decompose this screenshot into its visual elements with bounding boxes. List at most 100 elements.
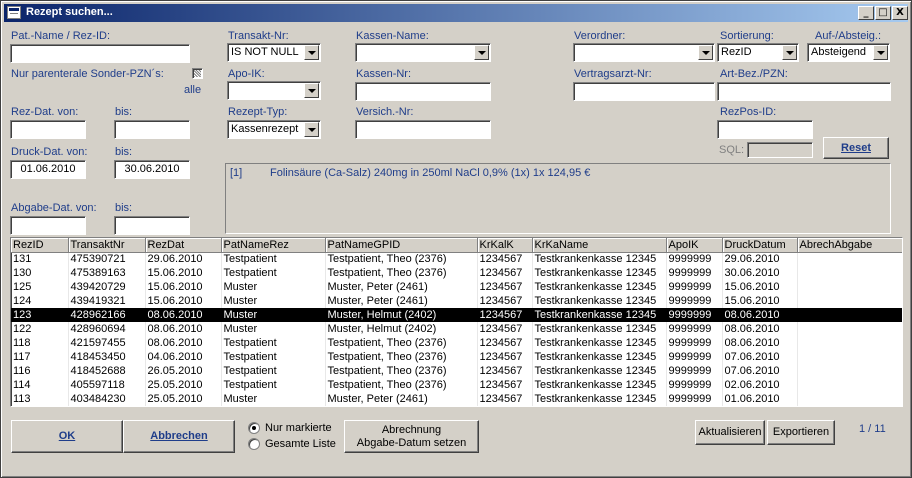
abgabe-dat-von-label: Abgabe-Dat. von: [11, 202, 97, 214]
detail-text: Folinsäure (Ca-Salz) 240mg in 250ml NaCl… [270, 167, 591, 179]
column-header[interactable]: PatNameRez [221, 238, 326, 253]
table-cell: 9999999 [666, 392, 723, 406]
table-cell: 475390721 [68, 252, 146, 266]
table-row[interactable]: 131 475390721 29.06.2010 Testpatient Testpat… [11, 252, 902, 266]
table-cell: 1234567 [477, 392, 533, 406]
table-cell [797, 336, 902, 350]
table-row[interactable]: 118 421597455 08.06.2010 Testpatient Testpat… [11, 336, 902, 350]
table-cell: 124 [11, 294, 69, 308]
table-cell: 114 [11, 378, 69, 392]
column-header[interactable]: RezDat [145, 238, 222, 253]
table-row[interactable]: 124 439419321 15.06.2010 Muster Muster, Pete… [11, 294, 902, 308]
table-cell: Testpatient, Theo (2376) [325, 364, 478, 378]
table-cell [797, 350, 902, 364]
reset-button[interactable]: Reset [823, 137, 889, 159]
maximize-button[interactable]: □ [875, 6, 891, 20]
abrechnung-button[interactable]: Abrechnung Abgabe-Datum setzen [344, 420, 479, 453]
table-cell: 9999999 [666, 294, 723, 308]
column-header[interactable]: DruckDatum [722, 238, 798, 253]
table-cell [797, 308, 902, 322]
rezept-typ-combo[interactable]: Kassenrezept [227, 120, 321, 139]
table-cell: Testpatient [221, 378, 326, 392]
column-header[interactable]: PatNameGPID [325, 238, 478, 253]
exportieren-button[interactable]: Exportieren [767, 420, 835, 445]
table-cell: Muster, Peter (2461) [325, 294, 478, 308]
table-row[interactable]: 123 428962166 08.06.2010 Muster Muster, Helm… [11, 308, 902, 322]
chevron-down-icon[interactable] [782, 45, 797, 60]
table-cell: 118 [11, 336, 69, 350]
table-cell: 475389163 [68, 266, 146, 280]
radio-gesamte-liste-label: Gesamte Liste [265, 438, 336, 450]
vertragsarzt-input[interactable] [573, 82, 715, 101]
table-row[interactable]: 114 405597118 25.05.2010 Testpatient Testpat… [11, 378, 902, 392]
aktualisieren-button[interactable]: Aktualisieren [695, 420, 765, 445]
table-row[interactable]: 122 428960694 08.06.2010 Muster Muster, Helm… [11, 322, 902, 336]
table-cell: Testpatient [221, 350, 326, 364]
druck-dat-bis-input[interactable]: 30.06.2010 [114, 160, 190, 179]
table-cell: 9999999 [666, 308, 723, 322]
chevron-down-icon[interactable] [474, 45, 489, 60]
detail-panel: [1] Folinsäure (Ca-Salz) 240mg in 250ml … [225, 163, 891, 234]
kassen-nr-input[interactable] [355, 82, 491, 101]
ok-button[interactable]: OK [11, 420, 123, 453]
table-row[interactable]: 113 403484230 25.05.2010 Muster Muster, Pete… [11, 392, 902, 406]
chevron-down-icon[interactable] [698, 45, 713, 60]
table-cell: 439420729 [68, 280, 146, 294]
transakt-combo[interactable]: IS NOT NULL [227, 43, 321, 62]
table-row[interactable]: 117 418453450 04.06.2010 Testpatient Testpat… [11, 350, 902, 364]
chevron-down-icon[interactable] [304, 122, 319, 137]
table-row[interactable]: 125 439420729 15.06.2010 Muster Muster, Pete… [11, 280, 902, 294]
rezpos-input[interactable] [717, 120, 813, 139]
table-cell: Testpatient [221, 364, 326, 378]
column-header[interactable]: KrKaName [532, 238, 667, 253]
rez-dat-von-input[interactable] [10, 120, 86, 139]
table-cell: 1234567 [477, 308, 533, 322]
table-cell: 29.06.2010 [722, 252, 798, 266]
table-cell: 15.06.2010 [145, 266, 222, 280]
druck-dat-von-input[interactable]: 01.06.2010 [10, 160, 86, 179]
table-cell: Muster [221, 392, 326, 406]
column-header[interactable]: KrKalK [477, 238, 533, 253]
aufab-combo[interactable]: Absteigend [807, 43, 890, 62]
chevron-down-icon[interactable] [873, 45, 888, 60]
chevron-down-icon[interactable] [304, 83, 319, 98]
column-header[interactable]: AbrechAbgabe [797, 238, 902, 253]
verordner-combo[interactable] [573, 43, 715, 62]
table-cell: Testpatient [221, 266, 326, 280]
column-header[interactable]: RezID [11, 238, 69, 253]
kassen-name-combo[interactable] [355, 43, 491, 62]
table-cell: 405597118 [68, 378, 146, 392]
table-cell: Testkrankenkasse 12345 [532, 252, 667, 266]
minimize-button[interactable]: _ [858, 6, 874, 20]
table-cell: 1234567 [477, 322, 533, 336]
abbrechen-button[interactable]: Abbrechen [123, 420, 235, 453]
close-button[interactable]: X [892, 6, 908, 20]
column-header[interactable]: TransaktNr [68, 238, 146, 253]
table-cell: 25.05.2010 [145, 392, 222, 406]
sql-input [747, 142, 813, 158]
table-cell: Testpatient, Theo (2376) [325, 266, 478, 280]
table-cell: 1234567 [477, 364, 533, 378]
table-cell: 428962166 [68, 308, 146, 322]
sortierung-combo[interactable]: RezID [717, 43, 799, 62]
abgabe-dat-von-input[interactable] [10, 216, 86, 235]
chevron-down-icon[interactable] [304, 45, 319, 60]
results-list[interactable]: RezID TransaktNr RezDat PatNameRez PatNameGP… [10, 237, 903, 407]
table-cell: 117 [11, 350, 69, 364]
sonder-pzn-checkbox[interactable] [192, 68, 203, 79]
radio-nur-markierte[interactable] [248, 422, 260, 434]
abgabe-dat-bis-input[interactable] [114, 216, 190, 235]
pat-name-input[interactable] [10, 44, 190, 63]
rez-dat-von-label: Rez-Dat. von: [11, 106, 79, 118]
artbez-input[interactable] [717, 82, 891, 101]
sonder-alle-label: alle [184, 84, 202, 96]
table-cell: 1234567 [477, 280, 533, 294]
versich-nr-input[interactable] [355, 120, 491, 139]
rez-dat-bis-input[interactable] [114, 120, 190, 139]
table-row[interactable]: 130 475389163 15.06.2010 Testpatient Testpat… [11, 266, 902, 280]
table-cell: Testkrankenkasse 12345 [532, 322, 667, 336]
apo-ik-combo[interactable] [227, 81, 321, 100]
table-row[interactable]: 116 418452688 26.05.2010 Testpatient Testpat… [11, 364, 902, 378]
radio-gesamte-liste[interactable] [248, 438, 260, 450]
column-header[interactable]: ApoIK [666, 238, 723, 253]
